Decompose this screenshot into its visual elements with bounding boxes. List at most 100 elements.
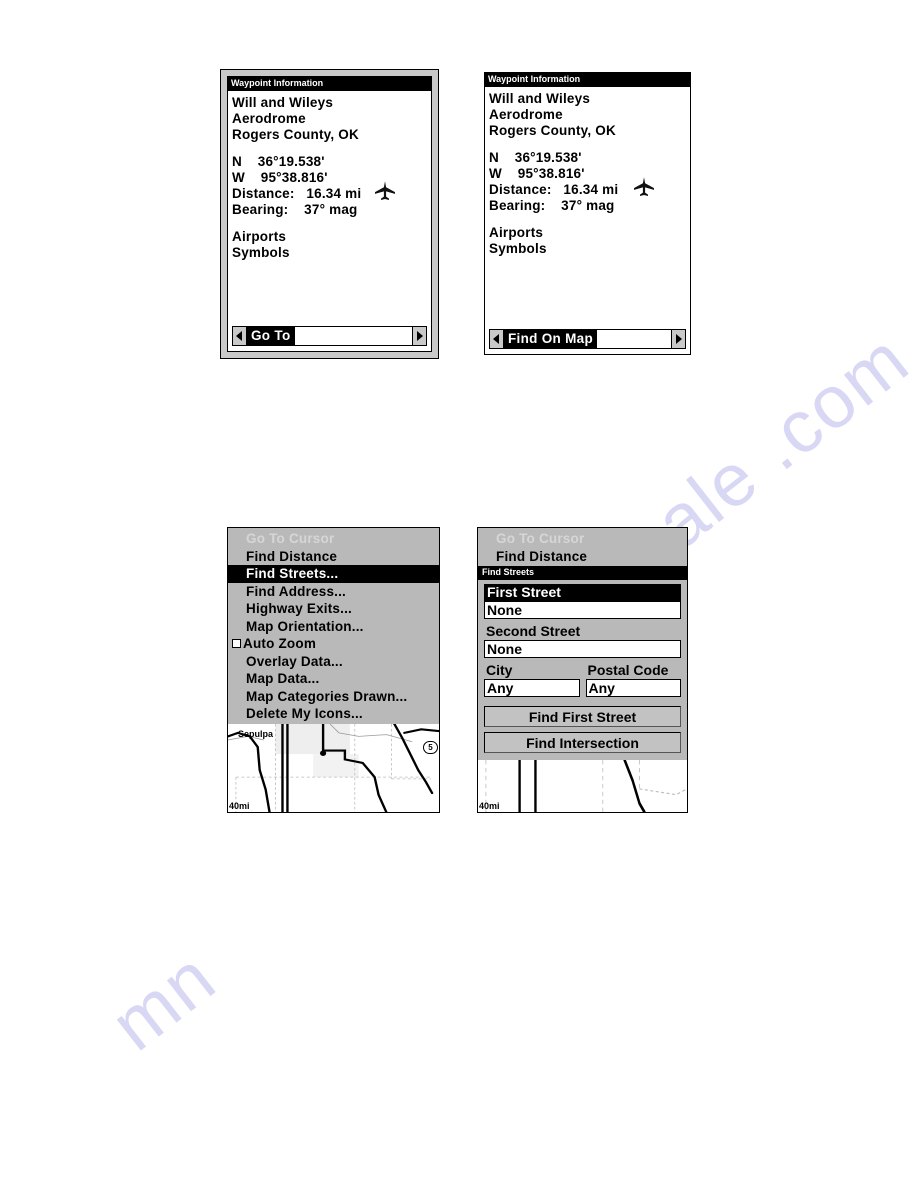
bearing-value: Bearing: 37° mag <box>232 202 358 217</box>
left-arrow-icon[interactable] <box>233 327 247 345</box>
waypoint-title-bar: Waypoint Information <box>228 77 431 91</box>
waypoint-findonmap-panel: Waypoint Information Will and Wileys Aer… <box>484 72 691 355</box>
menu-item-label: Find Streets... <box>246 566 339 581</box>
menu-item-find-distance[interactable]: Find Distance <box>228 548 439 566</box>
waypoint-name-line-2: Aerodrome <box>489 107 563 122</box>
waypoint-findonmap-screen: Waypoint Information Will and Wileys Aer… <box>484 72 691 355</box>
watermark-text: mn <box>95 935 231 1067</box>
latitude-value: N 36°19.538' <box>489 150 582 165</box>
waypoint-subcategory: Symbols <box>489 241 547 256</box>
menu-item-label: Delete My Icons... <box>246 706 363 721</box>
background-menu-items: Go To Cursor Find Distance <box>478 528 687 566</box>
menu-item-label: Find Distance <box>496 548 588 564</box>
waypoint-subcategory: Symbols <box>232 245 290 260</box>
waypoint-name-line-1: Will and Wileys <box>489 91 591 106</box>
distance-value: Distance: 16.34 mi <box>489 182 619 197</box>
map-menu-screen: Go To Cursor Find Distance Find Streets...… <box>227 527 440 813</box>
first-street-input[interactable]: None <box>484 601 681 619</box>
waypoint-action-selector[interactable]: Find On Map <box>489 329 686 349</box>
waypoint-action-selector[interactable]: Go To <box>232 326 427 346</box>
map-graphics <box>478 760 687 812</box>
latitude-value: N 36°19.538' <box>232 154 325 169</box>
second-street-input[interactable]: None <box>484 640 681 658</box>
waypoint-location-line: Rogers County, OK <box>489 123 616 138</box>
find-streets-panel: Go To Cursor Find Distance Find Streets F… <box>477 527 688 813</box>
find-first-street-button[interactable]: Find First Street <box>484 706 681 727</box>
menu-item-map-data[interactable]: Map Data... <box>228 670 439 688</box>
city-postal-row: City Any Postal Code Any <box>484 662 681 701</box>
menu-item-find-address[interactable]: Find Address... <box>228 583 439 601</box>
page-canvas: alsale .com mn Waypoint Information Will… <box>0 0 918 1188</box>
postal-code-input[interactable]: Any <box>585 679 681 697</box>
waypoint-name-line-2: Aerodrome <box>232 111 306 126</box>
map-menu-panel: Go To Cursor Find Distance Find Streets...… <box>227 527 440 813</box>
selector-bar-container: Find On Map <box>485 326 690 354</box>
gps-device-bezel-goto: Waypoint Information Will and Wileys Aer… <box>220 69 439 359</box>
menu-item-find-distance: Find Distance <box>478 548 687 566</box>
map-preview[interactable]: 40mi <box>478 760 687 812</box>
find-intersection-button[interactable]: Find Intersection <box>484 732 681 753</box>
right-arrow-icon[interactable] <box>671 330 685 348</box>
right-arrow-icon[interactable] <box>412 327 426 345</box>
find-on-map-button-label[interactable]: Find On Map <box>504 329 598 349</box>
menu-item-label: Overlay Data... <box>246 653 343 669</box>
menu-item-map-orientation[interactable]: Map Orientation... <box>228 618 439 636</box>
waypoint-body: Will and Wileys Aerodrome Rogers County,… <box>485 87 690 326</box>
map-scale-label: 40mi <box>229 801 250 811</box>
selector-label-area[interactable]: Find On Map <box>504 329 671 349</box>
menu-item-label: Auto Zoom <box>243 636 317 651</box>
distance-value: Distance: 16.34 mi <box>232 186 362 201</box>
waypoint-category: Airports <box>232 229 287 244</box>
menu-item-highway-exits[interactable]: Highway Exits... <box>228 600 439 618</box>
city-label: City <box>486 662 513 678</box>
menu-item-auto-zoom[interactable]: Auto Zoom <box>228 635 439 653</box>
postal-code-label: Postal Code <box>587 662 669 678</box>
longitude-value: W 95°38.816' <box>232 170 328 185</box>
city-column: City Any <box>484 662 580 701</box>
menu-item-find-streets[interactable]: Find Streets... <box>228 565 439 583</box>
waypoint-title-bar: Waypoint Information <box>485 73 690 87</box>
checkbox-icon[interactable] <box>232 639 241 649</box>
longitude-value: W 95°38.816' <box>489 166 585 181</box>
map-menu-list[interactable]: Go To Cursor Find Distance Find Streets...… <box>228 528 439 724</box>
highway-shield-icon: 5 <box>423 740 438 754</box>
menu-item-map-categories-drawn[interactable]: Map Categories Drawn... <box>228 688 439 706</box>
bearing-value: Bearing: 37° mag <box>489 198 615 213</box>
menu-item-go-to-cursor: Go To Cursor <box>478 530 687 548</box>
menu-item-label: Highway Exits... <box>246 601 352 616</box>
map-scale-label: 40mi <box>479 801 500 811</box>
menu-item-label: Map Data... <box>246 671 320 686</box>
waypoint-goto-screen: Waypoint Information Will and Wileys Aer… <box>227 76 432 352</box>
menu-item-go-to-cursor: Go To Cursor <box>228 530 439 548</box>
map-city-label: Sepulpa <box>238 728 274 739</box>
menu-item-label: Find Address... <box>246 583 347 599</box>
find-streets-title-bar: Find Streets <box>478 566 687 580</box>
waypoint-category: Airports <box>489 225 544 240</box>
airplane-icon <box>634 177 654 196</box>
menu-item-label: Go To Cursor <box>246 531 335 546</box>
menu-item-label: Map Orientation... <box>246 618 364 634</box>
waypoint-name-line-1: Will and Wileys <box>232 95 334 110</box>
menu-item-delete-my-icons[interactable]: Delete My Icons... <box>228 705 439 723</box>
menu-item-overlay-data[interactable]: Overlay Data... <box>228 653 439 671</box>
postal-column: Postal Code Any <box>585 662 681 701</box>
first-street-label: First Street <box>484 584 681 601</box>
left-arrow-icon[interactable] <box>490 330 504 348</box>
find-streets-screen: Go To Cursor Find Distance Find Streets F… <box>477 527 688 813</box>
airplane-icon <box>375 181 395 200</box>
waypoint-location-line: Rogers County, OK <box>232 127 359 142</box>
menu-item-label: Map Categories Drawn... <box>246 688 408 704</box>
map-preview[interactable]: Sepulpa 5 40mi <box>228 723 439 812</box>
waypoint-body: Will and Wileys Aerodrome Rogers County,… <box>228 91 431 323</box>
selector-bar-container: Go To <box>228 323 431 351</box>
menu-item-label: Find Distance <box>246 548 338 564</box>
find-streets-form: First Street None Second Street None Cit… <box>478 580 687 760</box>
selector-label-area[interactable]: Go To <box>247 326 412 346</box>
goto-button-label[interactable]: Go To <box>247 326 295 346</box>
city-input[interactable]: Any <box>484 679 580 697</box>
menu-item-label: Go To Cursor <box>496 531 585 546</box>
